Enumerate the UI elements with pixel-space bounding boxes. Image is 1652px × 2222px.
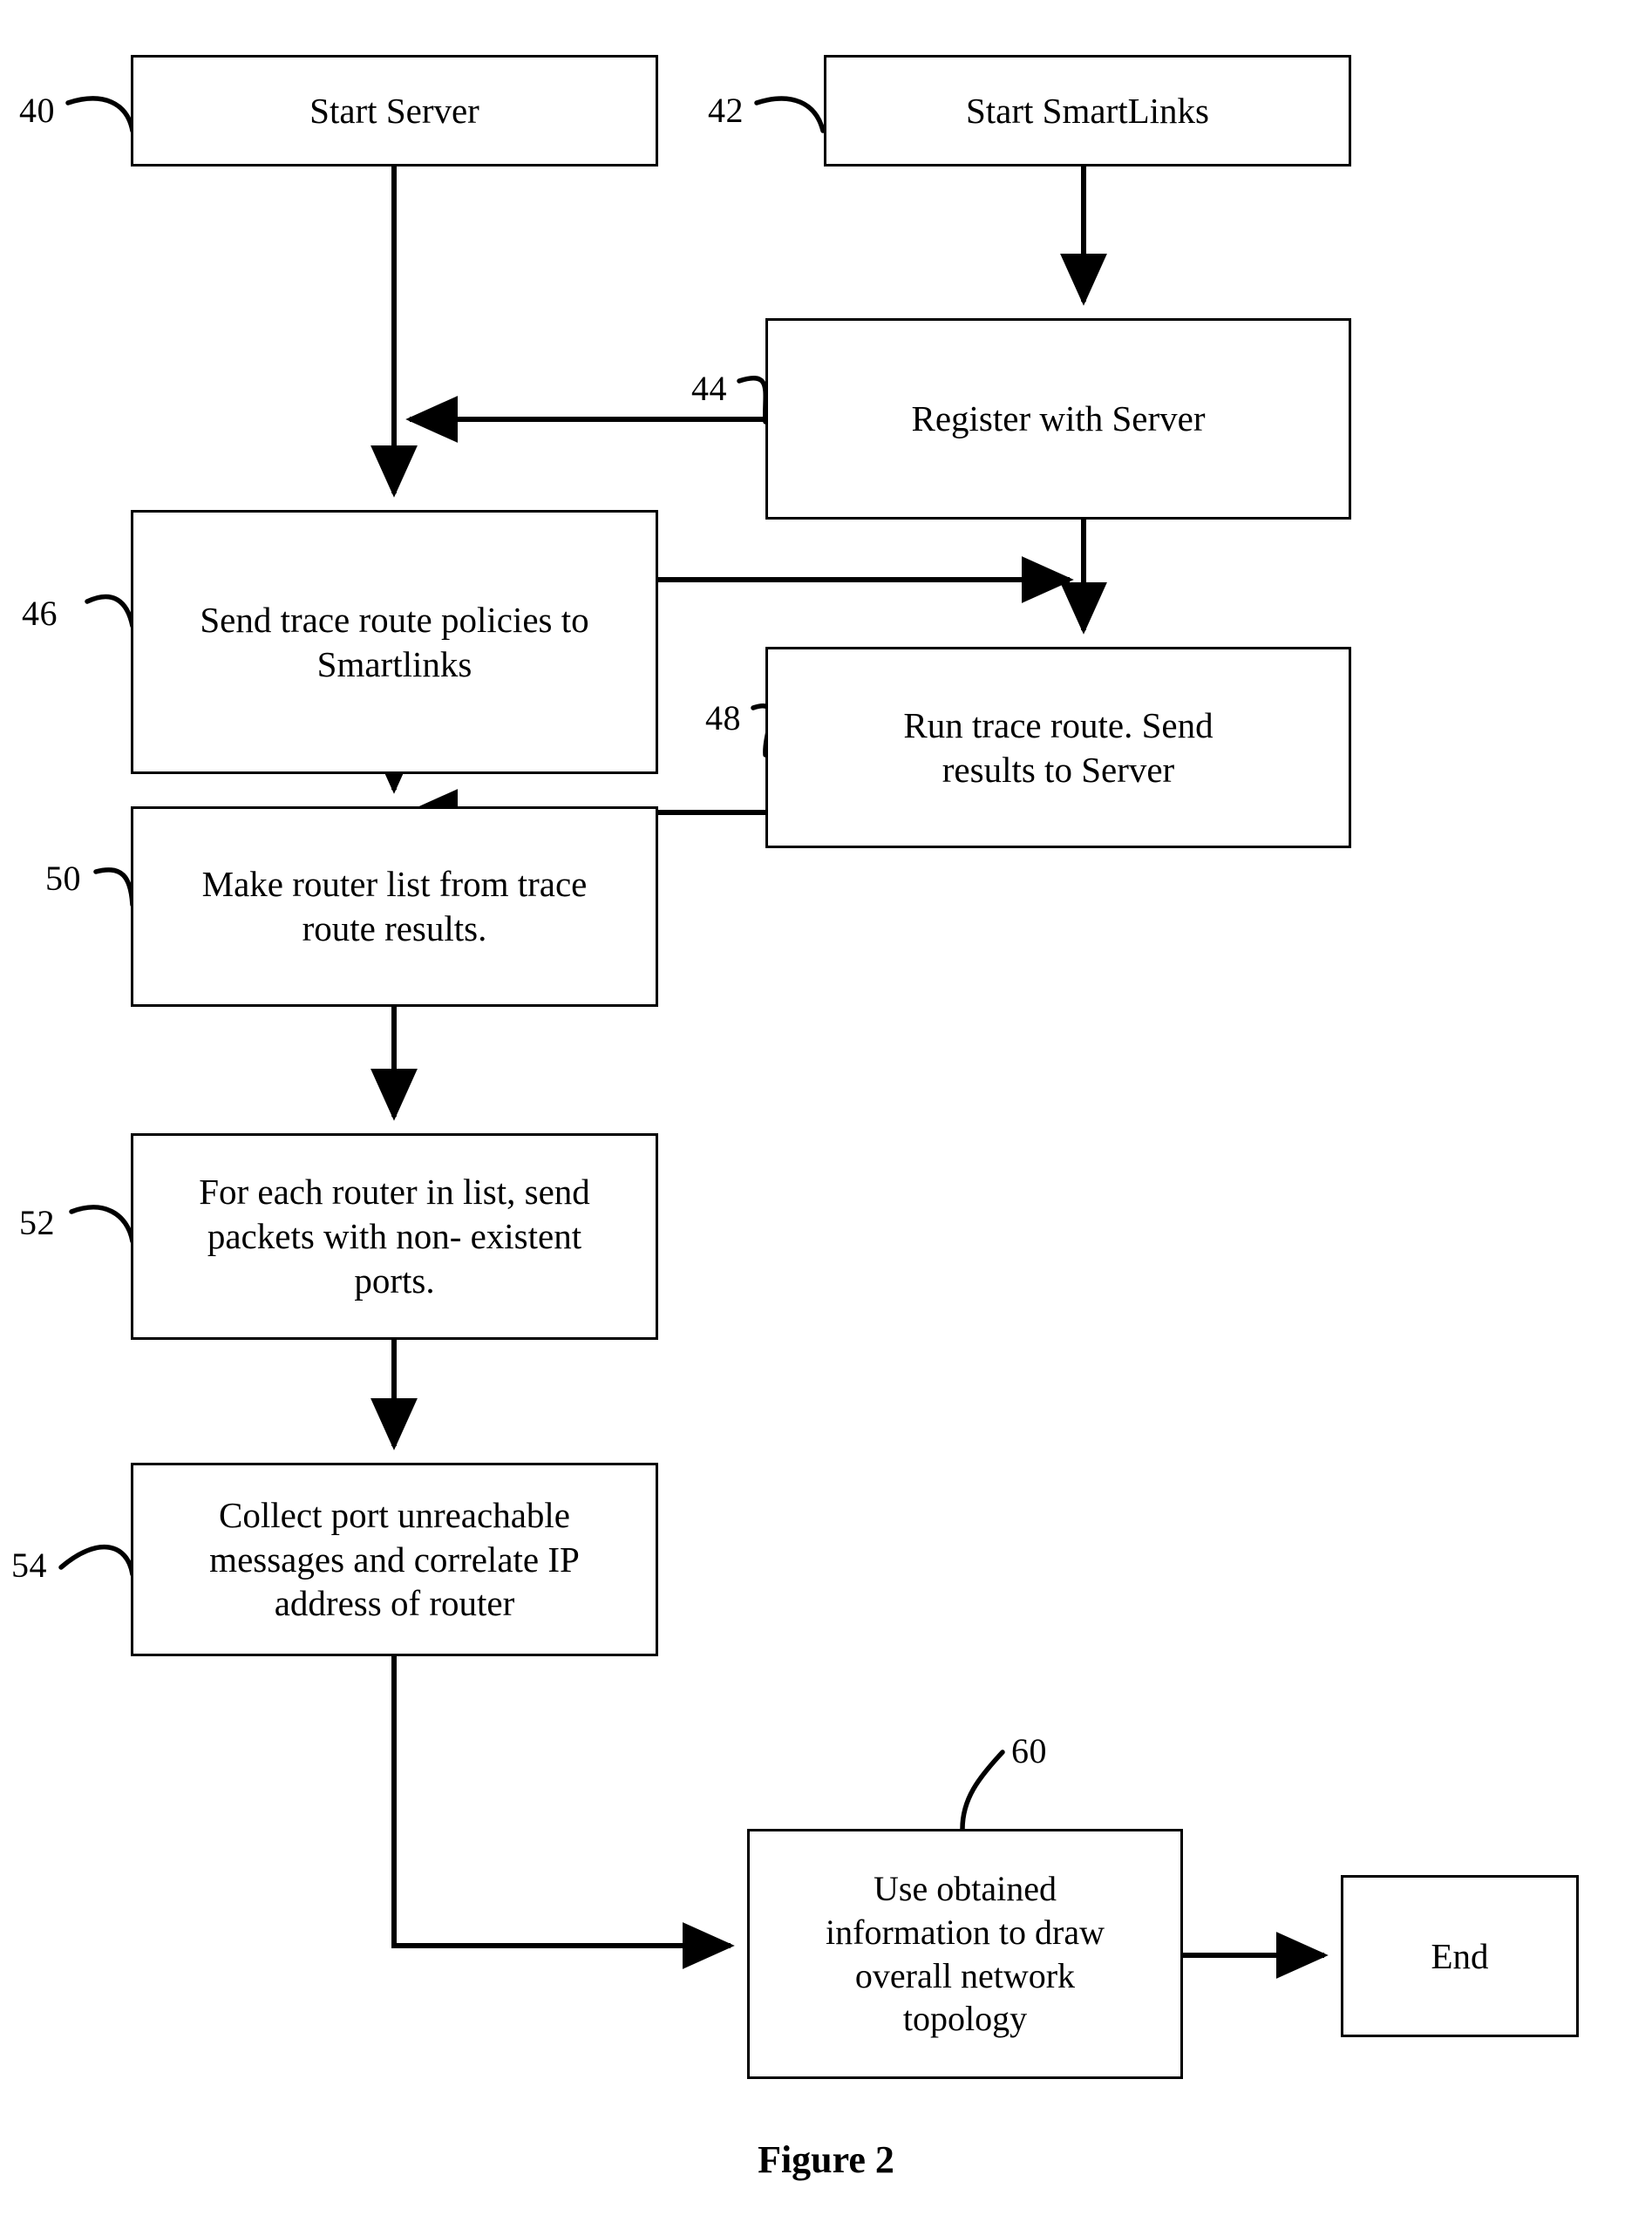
- figure-sheet: Start Server Start SmartLinks Register w…: [0, 0, 1652, 2222]
- node-label-make-router-list: Make router list from trace route result…: [201, 864, 588, 948]
- reference-numeral-54: 54: [11, 1546, 47, 1585]
- flowchart-node-run-trace-route: Run trace route. Send results to Server: [765, 647, 1351, 848]
- flowchart-node-collect-port-unreachable: Collect port unreachable messages and co…: [131, 1463, 658, 1656]
- flowchart-node-draw-network-topology: Use obtained information to draw overall…: [747, 1829, 1183, 2079]
- reference-numeral-42: 42: [708, 91, 744, 130]
- flowchart-node-end: End: [1341, 1875, 1579, 2037]
- flowchart-node-send-packets-nonexistent-ports: For each router in list, send packets wi…: [131, 1133, 658, 1340]
- reference-numeral-60: 60: [1011, 1731, 1047, 1770]
- leader-46: [85, 594, 135, 629]
- reference-numeral-44: 44: [691, 369, 727, 408]
- node-label-register-with-server: Register with Server: [911, 398, 1206, 439]
- flowchart-node-make-router-list: Make router list from trace route result…: [131, 806, 658, 1007]
- node-label-start-server: Start Server: [309, 90, 479, 131]
- node-label-send-packets-nonexistent-ports: For each router in list, send packets wi…: [199, 1172, 590, 1301]
- node-label-collect-port-unreachable: Collect port unreachable messages and co…: [209, 1494, 580, 1624]
- node-label-end: End: [1431, 1935, 1489, 1976]
- flowchart-node-start-smartlinks: Start SmartLinks: [824, 55, 1351, 166]
- flowchart-node-send-trace-route-policies: Send trace route policies to Smartlinks: [131, 510, 658, 774]
- reference-numeral-48: 48: [705, 698, 741, 737]
- flowchart-node-register-with-server: Register with Server: [765, 318, 1351, 520]
- reference-numeral-50: 50: [45, 859, 81, 898]
- leader-44: [737, 376, 768, 425]
- leader-60: [960, 1750, 1005, 1831]
- leader-42: [754, 96, 826, 133]
- reference-numeral-46: 46: [22, 594, 58, 633]
- node-label-send-trace-route-policies: Send trace route policies to Smartlinks: [200, 599, 589, 684]
- leader-52: [69, 1205, 135, 1244]
- reference-numeral-52: 52: [19, 1203, 55, 1242]
- node-label-run-trace-route: Run trace route. Send results to Server: [903, 704, 1214, 790]
- leader-50: [93, 867, 135, 907]
- node-label-start-smartlinks: Start SmartLinks: [965, 90, 1209, 131]
- reference-numeral-40: 40: [19, 91, 55, 130]
- leader-54: [58, 1545, 135, 1577]
- node-label-draw-network-topology: Use obtained information to draw overall…: [826, 1869, 1105, 2039]
- leader-40: [65, 96, 135, 133]
- flowchart-node-start-server: Start Server: [131, 55, 658, 166]
- figure-caption: Figure 2: [758, 2138, 894, 2181]
- edge-collect-messages-to-draw-topology: [391, 1656, 735, 1969]
